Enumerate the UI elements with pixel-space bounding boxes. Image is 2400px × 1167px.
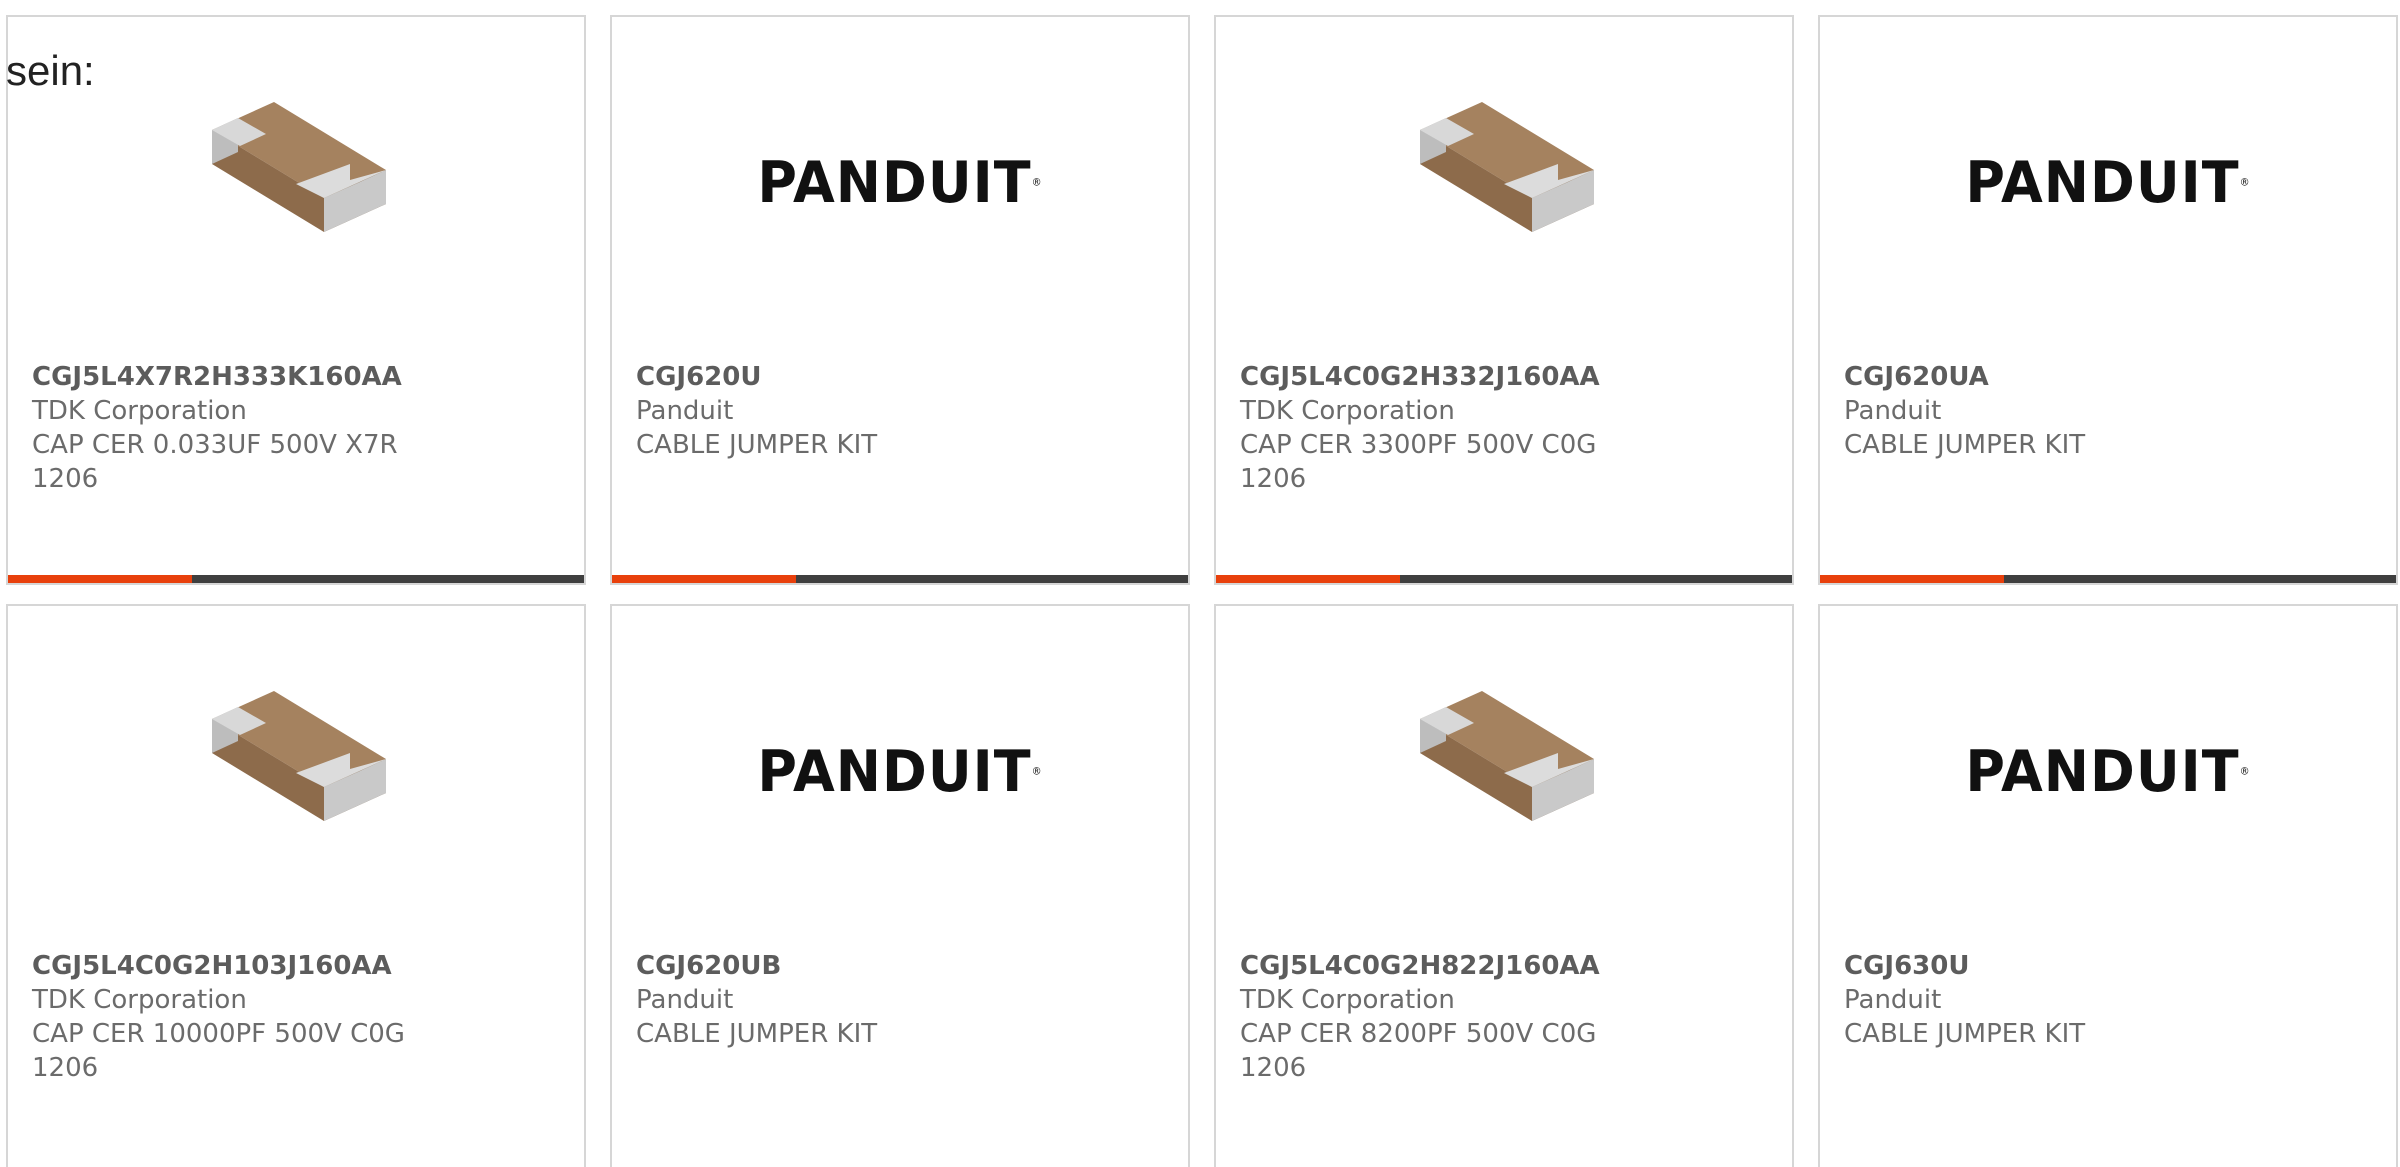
manufacturer: TDK Corporation bbox=[32, 985, 247, 1015]
part-number[interactable]: CGJ5L4C0G2H822J160AA bbox=[1240, 949, 1600, 983]
manufacturer: Panduit bbox=[636, 985, 734, 1015]
manufacturer: Panduit bbox=[1844, 396, 1942, 426]
card-progress-bar bbox=[1820, 575, 2396, 583]
part-number[interactable]: CGJ630U bbox=[1844, 949, 1969, 983]
card-progress-bar bbox=[612, 575, 1188, 583]
part-number[interactable]: CGJ5L4C0G2H332J160AA bbox=[1240, 360, 1600, 394]
panduit-logo: PANDUIT® bbox=[1820, 82, 2396, 282]
description: CAP CER 0.033UF 500V X7R 1206 bbox=[32, 430, 398, 494]
manufacturer: Panduit bbox=[636, 396, 734, 426]
product-card[interactable]: CGJ5L4C0G2H822J160AA TDK Corporation CAP… bbox=[1214, 604, 1794, 1167]
product-grid-page: sein: CGJ5L4X7R2H333K160AA TDK Corporati… bbox=[0, 0, 2400, 1167]
part-number[interactable]: CGJ620U bbox=[636, 360, 761, 394]
part-number[interactable]: CGJ5L4X7R2H333K160AA bbox=[32, 360, 402, 394]
manufacturer: TDK Corporation bbox=[1240, 985, 1455, 1015]
description: CAP CER 3300PF 500V C0G 1206 bbox=[1240, 430, 1597, 494]
card-progress-fill bbox=[612, 575, 797, 583]
product-card[interactable]: CGJ5L4C0G2H103J160AA TDK Corporation CAP… bbox=[6, 604, 586, 1167]
product-card[interactable]: PANDUIT® CGJ620UA Panduit CABLE JUMPER K… bbox=[1818, 15, 2398, 585]
product-card[interactable]: PANDUIT® CGJ620UB Panduit CABLE JUMPER K… bbox=[610, 604, 1190, 1167]
capacitor-chip-icon bbox=[8, 82, 584, 282]
product-card[interactable]: CGJ5L4X7R2H333K160AA TDK Corporation CAP… bbox=[6, 15, 586, 585]
card-progress-fill bbox=[1820, 575, 2005, 583]
capacitor-chip-icon bbox=[8, 671, 584, 871]
product-card[interactable]: PANDUIT® CGJ620U Panduit CABLE JUMPER KI… bbox=[610, 15, 1190, 585]
product-card[interactable]: PANDUIT® CGJ630U Panduit CABLE JUMPER KI… bbox=[1818, 604, 2398, 1167]
manufacturer: TDK Corporation bbox=[32, 396, 247, 426]
card-progress-bar bbox=[1216, 575, 1792, 583]
panduit-logo-text: PANDUIT® bbox=[757, 148, 1043, 216]
description: CAP CER 10000PF 500V C0G 1206 bbox=[32, 1019, 405, 1083]
intro-text: sein: bbox=[6, 47, 95, 94]
card-progress-fill bbox=[1216, 575, 1401, 583]
capacitor-chip-icon bbox=[1216, 671, 1792, 871]
description: CAP CER 8200PF 500V C0G 1206 bbox=[1240, 1019, 1597, 1083]
panduit-logo-text: PANDUIT® bbox=[1965, 737, 2251, 805]
card-progress-bar bbox=[8, 575, 584, 583]
product-card[interactable]: CGJ5L4C0G2H332J160AA TDK Corporation CAP… bbox=[1214, 15, 1794, 585]
part-number[interactable]: CGJ620UB bbox=[636, 949, 781, 983]
panduit-logo: PANDUIT® bbox=[1820, 671, 2396, 871]
panduit-logo-text: PANDUIT® bbox=[1965, 148, 2251, 216]
capacitor-chip-icon bbox=[1216, 82, 1792, 282]
card-progress-fill bbox=[8, 575, 193, 583]
panduit-logo-text: PANDUIT® bbox=[757, 737, 1043, 805]
description: CABLE JUMPER KIT bbox=[1844, 430, 2086, 460]
description: CABLE JUMPER KIT bbox=[636, 1019, 878, 1049]
description: CABLE JUMPER KIT bbox=[636, 430, 878, 460]
part-number[interactable]: CGJ620UA bbox=[1844, 360, 1989, 394]
part-number[interactable]: CGJ5L4C0G2H103J160AA bbox=[32, 949, 392, 983]
manufacturer: TDK Corporation bbox=[1240, 396, 1455, 426]
panduit-logo: PANDUIT® bbox=[612, 671, 1188, 871]
panduit-logo: PANDUIT® bbox=[612, 82, 1188, 282]
description: CABLE JUMPER KIT bbox=[1844, 1019, 2086, 1049]
manufacturer: Panduit bbox=[1844, 985, 1942, 1015]
